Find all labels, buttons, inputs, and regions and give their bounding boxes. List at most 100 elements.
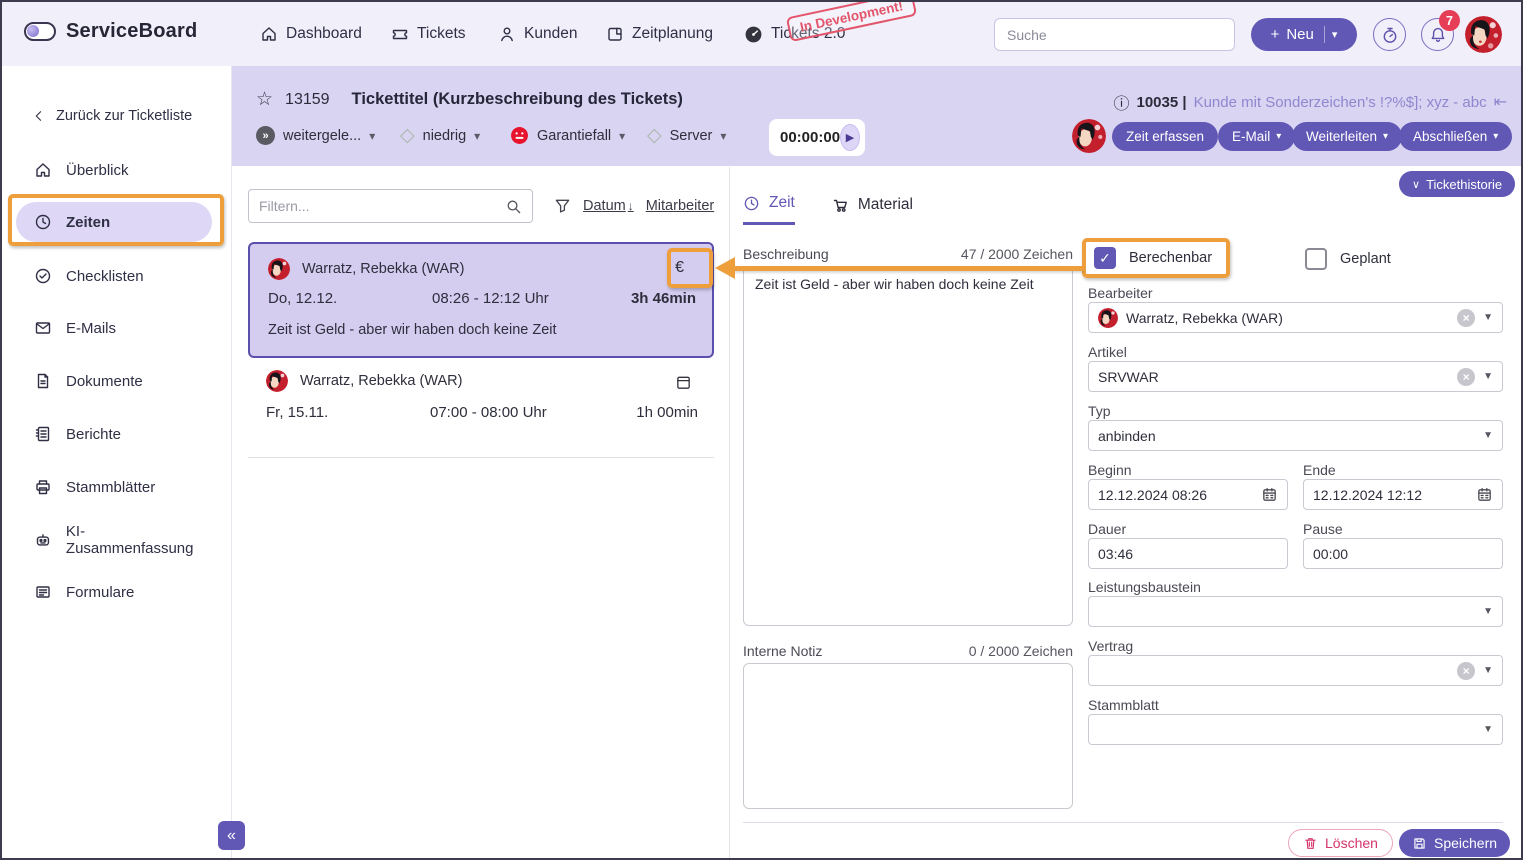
search-input[interactable] bbox=[994, 18, 1235, 51]
sidebar-collapse-button[interactable]: « bbox=[218, 821, 245, 850]
ende-input-wrap bbox=[1303, 479, 1503, 510]
internal-note-textarea[interactable] bbox=[743, 663, 1073, 809]
planned-checkbox[interactable] bbox=[1305, 248, 1327, 270]
delete-button[interactable]: Löschen bbox=[1288, 829, 1393, 857]
beginn-input[interactable] bbox=[1098, 487, 1253, 503]
favorite-star-icon[interactable]: ☆ bbox=[256, 88, 273, 111]
new-button[interactable]: + Neu ▾ bbox=[1251, 18, 1357, 51]
serviceboard-app: ServiceBoard Dashboard Tickets Kunden Ze… bbox=[0, 0, 1523, 860]
list-divider bbox=[248, 457, 714, 458]
pause-input[interactable] bbox=[1313, 546, 1493, 562]
forward-label: Weiterleiten bbox=[1306, 129, 1377, 144]
planned-calendar-icon bbox=[675, 374, 692, 391]
calendar-picker-icon[interactable] bbox=[1261, 486, 1278, 503]
ticket-history-button[interactable]: ∨ Tickethistorie bbox=[1399, 171, 1515, 197]
chevron-down-icon[interactable]: ▼ bbox=[1483, 665, 1493, 676]
typ-label: Typ bbox=[1088, 403, 1111, 419]
status-dropdown[interactable]: » weitergele... ▾ bbox=[256, 126, 375, 145]
description-textarea[interactable]: Zeit ist Geld - aber wir haben doch kein… bbox=[743, 266, 1073, 626]
sidebar-item-dokumente[interactable]: Dokumente bbox=[16, 361, 212, 401]
artikel-select[interactable]: SRVWAR × ▼ bbox=[1088, 361, 1503, 392]
sidebar-item-ki-zusammenfassung[interactable]: KI-Zusammenfassung bbox=[16, 520, 212, 560]
stammblatt-select[interactable]: ▼ bbox=[1088, 714, 1503, 745]
entry-header: Warratz, Rebekka (WAR) bbox=[268, 258, 464, 280]
tab-material[interactable]: Material bbox=[831, 194, 913, 225]
sidebar-item-stammblaetter[interactable]: Stammblätter bbox=[16, 467, 212, 507]
billable-checkbox-row[interactable]: ✓ Berechenbar bbox=[1094, 247, 1212, 269]
planned-checkbox-row[interactable]: Geplant bbox=[1305, 248, 1391, 270]
clear-icon[interactable]: × bbox=[1457, 368, 1475, 386]
chevron-down-icon[interactable]: ▼ bbox=[1483, 430, 1493, 441]
bearbeiter-select[interactable]: Warratz, Rebekka (WAR) × ▼ bbox=[1088, 302, 1503, 333]
clock-icon bbox=[34, 213, 52, 231]
sort-date-label: Datum bbox=[583, 198, 626, 214]
sidebar-item-checklisten[interactable]: Checklisten bbox=[16, 256, 212, 296]
new-button-label: Neu bbox=[1286, 26, 1314, 43]
nav-dashboard[interactable]: Dashboard bbox=[260, 2, 362, 66]
save-button[interactable]: Speichern bbox=[1399, 829, 1510, 857]
ticket-history-label: Tickethistorie bbox=[1426, 177, 1502, 192]
chevron-down-icon[interactable]: ▼ bbox=[1483, 724, 1493, 735]
email-button[interactable]: E-Mail ▾ bbox=[1218, 122, 1295, 151]
ticket-id: 13159 bbox=[285, 91, 330, 109]
chevron-down-icon[interactable]: ▼ bbox=[1483, 312, 1493, 323]
stopwatch-button[interactable] bbox=[1373, 18, 1406, 51]
clear-icon[interactable]: × bbox=[1457, 309, 1475, 327]
sidebar-item-formulare[interactable]: Formulare bbox=[16, 572, 212, 612]
bearbeiter-avatar bbox=[1098, 308, 1118, 328]
trash-icon bbox=[1303, 836, 1318, 851]
dauer-input[interactable] bbox=[1098, 546, 1278, 562]
sidebar-item-berichte[interactable]: Berichte bbox=[16, 414, 212, 454]
vertrag-select[interactable]: × ▼ bbox=[1088, 655, 1503, 686]
forward-button[interactable]: Weiterleiten ▾ bbox=[1292, 122, 1402, 151]
ticket-timer: 00:00:00 ▶ bbox=[769, 119, 865, 156]
sidebar-label: Berichte bbox=[66, 426, 121, 443]
category-dropdown[interactable]: Garantiefall ▾ bbox=[510, 126, 625, 145]
billable-euro-icon: € bbox=[675, 259, 684, 277]
sort-by-employee[interactable]: Mitarbeiter bbox=[646, 198, 715, 214]
filter-funnel-icon[interactable] bbox=[554, 197, 571, 214]
clear-icon[interactable]: × bbox=[1457, 662, 1475, 680]
priority-dropdown[interactable]: ◇ niedrig ▾ bbox=[400, 126, 480, 145]
typ-select[interactable]: anbinden ▼ bbox=[1088, 420, 1503, 451]
detail-tabs: Zeit Material bbox=[743, 194, 913, 225]
calendar-picker-icon[interactable] bbox=[1476, 486, 1493, 503]
internal-note-label: Interne Notiz bbox=[743, 643, 822, 659]
nav-tickets[interactable]: Tickets bbox=[391, 2, 466, 66]
nav-zeitplanung[interactable]: Zeitplanung bbox=[606, 2, 713, 66]
time-entry[interactable]: Warratz, Rebekka (WAR) Fr, 15.11. 07:00 … bbox=[248, 366, 714, 446]
user-avatar[interactable] bbox=[1465, 16, 1502, 53]
chevron-down-icon[interactable]: ▼ bbox=[1483, 606, 1493, 617]
sidebar-item-zeiten[interactable]: Zeiten bbox=[16, 202, 212, 242]
sidebar-item-emails[interactable]: E-Mails bbox=[16, 308, 212, 348]
footer-divider bbox=[743, 822, 1503, 823]
vertrag-label: Vertrag bbox=[1088, 638, 1133, 654]
home-icon bbox=[34, 161, 52, 179]
tab-zeit[interactable]: Zeit bbox=[743, 194, 795, 225]
chevron-down-icon: ∨ bbox=[1412, 178, 1420, 191]
chevron-down-icon[interactable]: ▾ bbox=[1332, 28, 1338, 41]
chevron-down-icon[interactable]: ▼ bbox=[1483, 371, 1493, 382]
ende-input[interactable] bbox=[1313, 487, 1468, 503]
info-icon[interactable]: ⓘ bbox=[1113, 90, 1129, 114]
sort-by-date[interactable]: Datum ↓ bbox=[583, 198, 634, 214]
timer-play-button[interactable]: ▶ bbox=[840, 124, 860, 151]
nav-kunden[interactable]: Kunden bbox=[498, 2, 577, 66]
entry-time-range: 08:26 - 12:12 Uhr bbox=[432, 290, 631, 307]
record-time-button[interactable]: Zeit erfassen bbox=[1112, 122, 1218, 151]
close-ticket-button[interactable]: Abschließen ▾ bbox=[1399, 122, 1512, 151]
back-to-ticketlist[interactable]: Zurück zur Ticketliste bbox=[32, 108, 192, 124]
sidebar-item-ueberblick[interactable]: Überblick bbox=[16, 150, 212, 190]
billable-label: Berechenbar bbox=[1129, 250, 1212, 266]
chevron-down-icon: ▾ bbox=[369, 129, 375, 143]
jump-to-customer-icon[interactable]: ⇤ bbox=[1494, 92, 1507, 112]
filter-input[interactable] bbox=[249, 190, 489, 222]
leistungsbaustein-select[interactable]: ▼ bbox=[1088, 596, 1503, 627]
customer-link[interactable]: Kunde mit Sonderzeichen's !?%$]; xyz - a… bbox=[1194, 94, 1487, 111]
plus-icon: + bbox=[1271, 26, 1280, 43]
billable-checkbox[interactable]: ✓ bbox=[1094, 247, 1116, 269]
brand[interactable]: ServiceBoard bbox=[24, 20, 197, 43]
time-entry-selected[interactable]: Warratz, Rebekka (WAR) € Do, 12.12. 08:2… bbox=[248, 242, 714, 358]
assignee-avatar[interactable] bbox=[1072, 119, 1106, 153]
type-dropdown[interactable]: ◇ Server ▾ bbox=[647, 126, 726, 145]
